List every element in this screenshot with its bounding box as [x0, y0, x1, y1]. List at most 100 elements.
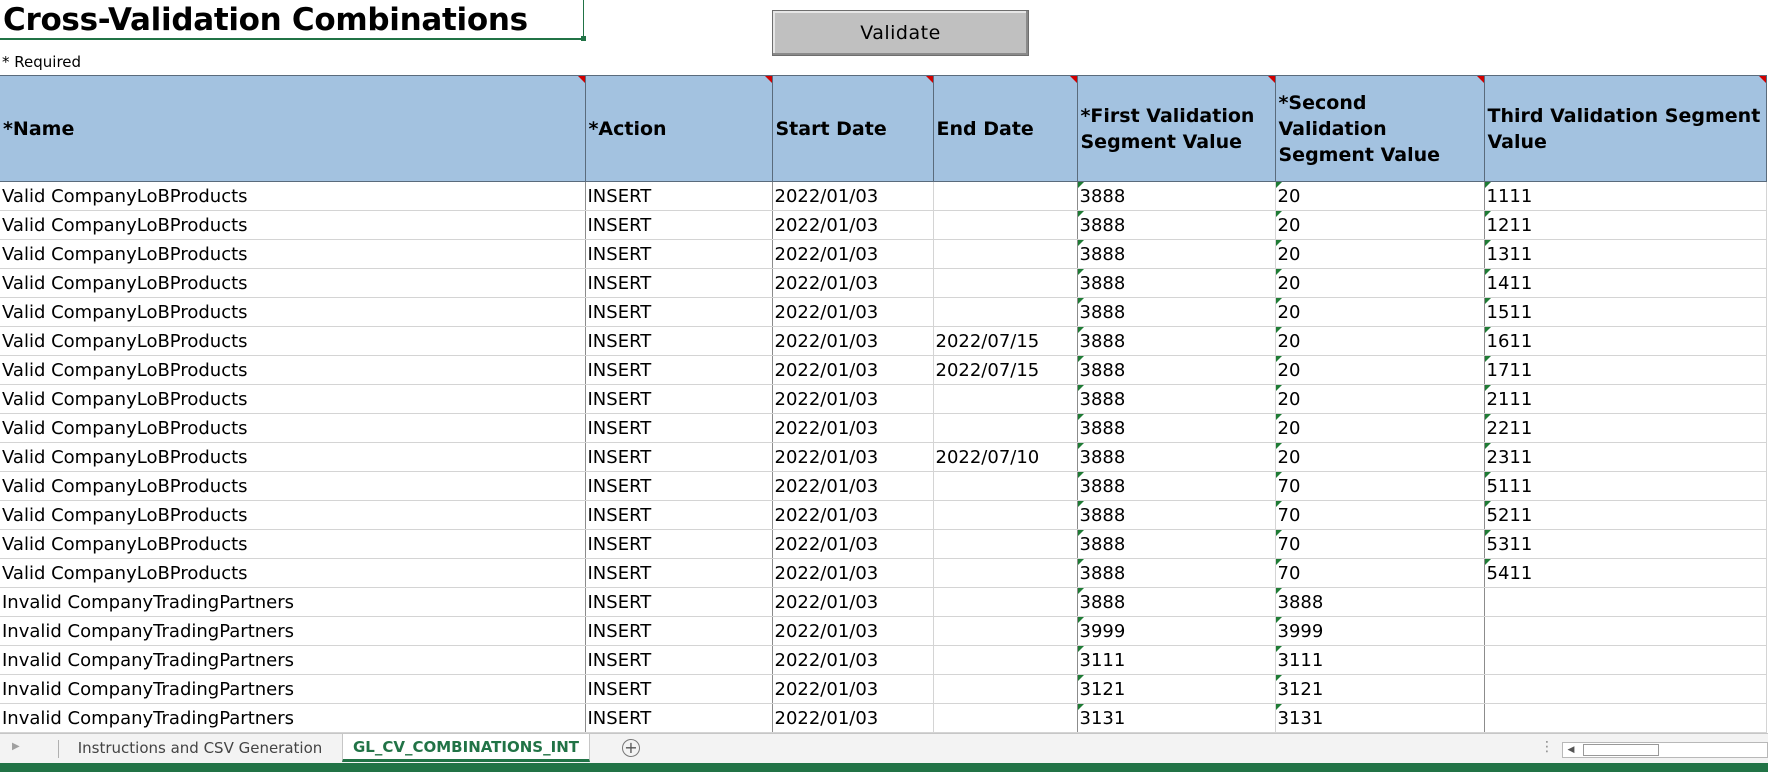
cell-name[interactable]: Valid CompanyLoBProducts: [0, 268, 586, 298]
cell-second-segment[interactable]: 20: [1275, 326, 1485, 356]
cell-name[interactable]: Valid CompanyLoBProducts: [0, 355, 586, 385]
cell-third-segment[interactable]: 1411: [1484, 268, 1767, 298]
cell-name[interactable]: Valid CompanyLoBProducts: [0, 500, 586, 530]
cell-name[interactable]: Valid CompanyLoBProducts: [0, 297, 586, 327]
cell-end-date[interactable]: [933, 529, 1078, 559]
cell-start-date[interactable]: 2022/01/03: [772, 471, 934, 501]
column-header-name[interactable]: *Name: [0, 75, 586, 182]
fill-handle[interactable]: [581, 36, 586, 41]
cell-action[interactable]: INSERT: [585, 703, 773, 733]
cell-start-date[interactable]: 2022/01/03: [772, 239, 934, 269]
cell-end-date[interactable]: [933, 703, 1078, 733]
cell-start-date[interactable]: 2022/01/03: [772, 674, 934, 704]
cell-second-segment[interactable]: 70: [1275, 471, 1485, 501]
column-header-end-date[interactable]: End Date: [933, 75, 1078, 182]
cell-name[interactable]: Invalid CompanyTradingPartners: [0, 703, 586, 733]
cell-second-segment[interactable]: 20: [1275, 297, 1485, 327]
cell-action[interactable]: INSERT: [585, 587, 773, 617]
cell-second-segment[interactable]: 20: [1275, 355, 1485, 385]
cell-end-date[interactable]: [933, 413, 1078, 443]
cell-start-date[interactable]: 2022/01/03: [772, 384, 934, 414]
cell-name[interactable]: Valid CompanyLoBProducts: [0, 326, 586, 356]
cell-third-segment[interactable]: 2111: [1484, 384, 1767, 414]
cell-end-date[interactable]: [933, 587, 1078, 617]
cell-action[interactable]: INSERT: [585, 413, 773, 443]
cell-action[interactable]: INSERT: [585, 355, 773, 385]
cell-first-segment[interactable]: 3888: [1077, 239, 1276, 269]
cell-third-segment[interactable]: 5311: [1484, 529, 1767, 559]
cell-end-date[interactable]: [933, 239, 1078, 269]
triangle-left-icon[interactable]: ◀: [1564, 744, 1578, 756]
cell-end-date[interactable]: 2022/07/15: [933, 355, 1078, 385]
cell-first-segment[interactable]: 3888: [1077, 210, 1276, 240]
cell-name[interactable]: Invalid CompanyTradingPartners: [0, 616, 586, 646]
cell-name[interactable]: Valid CompanyLoBProducts: [0, 413, 586, 443]
cell-second-segment[interactable]: 3121: [1275, 674, 1485, 704]
cell-end-date[interactable]: [933, 210, 1078, 240]
cell-start-date[interactable]: 2022/01/03: [772, 587, 934, 617]
cell-end-date[interactable]: [933, 297, 1078, 327]
cell-first-segment[interactable]: 3111: [1077, 645, 1276, 675]
cell-third-segment[interactable]: 1611: [1484, 326, 1767, 356]
cell-start-date[interactable]: 2022/01/03: [772, 413, 934, 443]
validate-button[interactable]: Validate: [772, 10, 1029, 56]
cell-second-segment[interactable]: 20: [1275, 239, 1485, 269]
scroll-tabs-left-icon[interactable]: ▶: [12, 741, 20, 752]
cell-first-segment[interactable]: 3888: [1077, 297, 1276, 327]
cell-third-segment[interactable]: [1484, 587, 1767, 617]
cell-name[interactable]: Invalid CompanyTradingPartners: [0, 674, 586, 704]
cell-start-date[interactable]: 2022/01/03: [772, 268, 934, 298]
cell-third-segment[interactable]: [1484, 703, 1767, 733]
cell-start-date[interactable]: 2022/01/03: [772, 703, 934, 733]
more-options-icon[interactable]: ⋮: [1540, 739, 1554, 755]
cell-start-date[interactable]: 2022/01/03: [772, 500, 934, 530]
cell-end-date[interactable]: [933, 181, 1078, 211]
cell-first-segment[interactable]: 3131: [1077, 703, 1276, 733]
cell-action[interactable]: INSERT: [585, 297, 773, 327]
cell-action[interactable]: INSERT: [585, 384, 773, 414]
scrollbar-thumb[interactable]: [1583, 744, 1659, 756]
cell-first-segment[interactable]: 3888: [1077, 355, 1276, 385]
cell-second-segment[interactable]: 3111: [1275, 645, 1485, 675]
cell-action[interactable]: INSERT: [585, 442, 773, 472]
cell-action[interactable]: INSERT: [585, 210, 773, 240]
cell-action[interactable]: INSERT: [585, 616, 773, 646]
cell-name[interactable]: Valid CompanyLoBProducts: [0, 181, 586, 211]
cell-first-segment[interactable]: 3888: [1077, 529, 1276, 559]
cell-first-segment[interactable]: 3888: [1077, 587, 1276, 617]
cell-action[interactable]: INSERT: [585, 326, 773, 356]
cell-start-date[interactable]: 2022/01/03: [772, 558, 934, 588]
cell-second-segment[interactable]: 20: [1275, 210, 1485, 240]
cell-second-segment[interactable]: 20: [1275, 181, 1485, 211]
cell-second-segment[interactable]: 70: [1275, 500, 1485, 530]
cell-action[interactable]: INSERT: [585, 181, 773, 211]
column-header-first-segment[interactable]: *First Validation Segment Value: [1077, 75, 1276, 182]
column-header-action[interactable]: *Action: [585, 75, 773, 182]
cell-first-segment[interactable]: 3888: [1077, 500, 1276, 530]
tab-instructions[interactable]: Instructions and CSV Generation: [60, 734, 340, 762]
cell-start-date[interactable]: 2022/01/03: [772, 355, 934, 385]
cell-start-date[interactable]: 2022/01/03: [772, 181, 934, 211]
cell-name[interactable]: Valid CompanyLoBProducts: [0, 239, 586, 269]
cell-third-segment[interactable]: 5211: [1484, 500, 1767, 530]
cell-second-segment[interactable]: 3999: [1275, 616, 1485, 646]
cell-second-segment[interactable]: 20: [1275, 384, 1485, 414]
cell-start-date[interactable]: 2022/01/03: [772, 326, 934, 356]
cell-first-segment[interactable]: 3888: [1077, 268, 1276, 298]
cell-end-date[interactable]: [933, 384, 1078, 414]
cell-third-segment[interactable]: 1511: [1484, 297, 1767, 327]
cell-first-segment[interactable]: 3888: [1077, 442, 1276, 472]
horizontal-scrollbar[interactable]: ◀: [1562, 742, 1768, 758]
cell-second-segment[interactable]: 70: [1275, 529, 1485, 559]
cell-start-date[interactable]: 2022/01/03: [772, 645, 934, 675]
cell-third-segment[interactable]: 1111: [1484, 181, 1767, 211]
cell-first-segment[interactable]: 3888: [1077, 384, 1276, 414]
cell-name[interactable]: Invalid CompanyTradingPartners: [0, 587, 586, 617]
column-header-start-date[interactable]: Start Date: [772, 75, 934, 182]
cell-name[interactable]: Invalid CompanyTradingPartners: [0, 645, 586, 675]
cell-second-segment[interactable]: 3131: [1275, 703, 1485, 733]
cell-first-segment[interactable]: 3888: [1077, 181, 1276, 211]
cell-start-date[interactable]: 2022/01/03: [772, 297, 934, 327]
cell-action[interactable]: INSERT: [585, 558, 773, 588]
cell-first-segment[interactable]: 3888: [1077, 326, 1276, 356]
